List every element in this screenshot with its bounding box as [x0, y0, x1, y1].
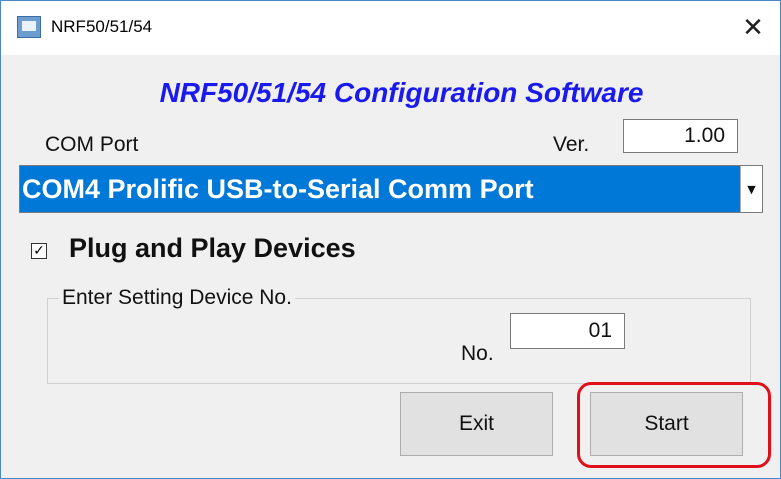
start-button-highlight: [577, 382, 771, 468]
title-bar: NRF50/51/54 ✕: [1, 1, 780, 55]
app-monitor-icon: [17, 16, 41, 38]
com-port-select[interactable]: COM4 Prolific USB-to-Serial Comm Port ▼: [19, 165, 763, 213]
client-area: NRF50/51/54 Configuration Software COM P…: [1, 55, 780, 478]
chevron-down-icon[interactable]: ▼: [740, 166, 762, 212]
device-number-label: No.: [461, 342, 494, 365]
version-field[interactable]: 1.00: [623, 119, 738, 153]
version-label: Ver.: [553, 133, 590, 156]
exit-button[interactable]: Exit: [400, 392, 553, 456]
plug-and-play-checkbox[interactable]: ✓: [31, 243, 47, 259]
device-number-field[interactable]: 01: [510, 313, 625, 349]
com-port-selected-value[interactable]: COM4 Prolific USB-to-Serial Comm Port: [20, 166, 741, 212]
page-title: NRF50/51/54 Configuration Software: [159, 77, 644, 108]
plug-and-play-label[interactable]: Plug and Play Devices: [69, 233, 356, 264]
device-number-group: [47, 298, 751, 384]
app-window: NRF50/51/54 ✕ NRF50/51/54 Configuration …: [0, 0, 781, 479]
device-number-group-legend: Enter Setting Device No.: [59, 286, 295, 310]
window-title: NRF50/51/54: [51, 17, 153, 36]
close-button[interactable]: ✕: [726, 1, 780, 55]
com-port-label: COM Port: [45, 133, 139, 156]
